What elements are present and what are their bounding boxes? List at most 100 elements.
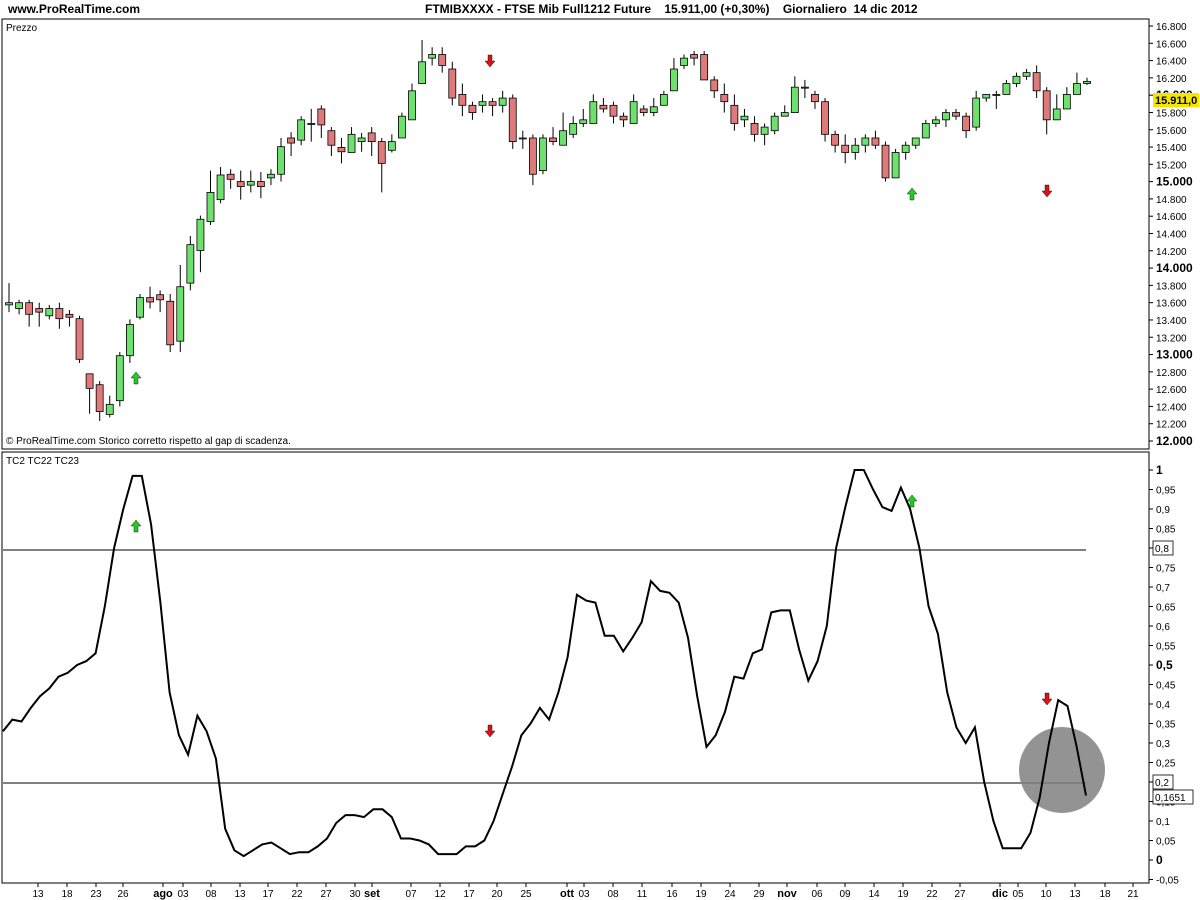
candle-body: [629, 101, 638, 124]
candle-body: [861, 137, 870, 146]
x-axis-label: 20: [491, 889, 503, 900]
candle-body: [982, 94, 991, 99]
x-axis-label: ago: [153, 888, 173, 900]
candle-body: [206, 191, 215, 222]
candle-body: [136, 297, 144, 318]
candle-body: [659, 94, 668, 106]
candle-body: [770, 115, 779, 132]
candle-body: [367, 132, 376, 143]
candle-body: [85, 373, 94, 389]
last-price-label: 15.911,0: [1155, 95, 1197, 107]
indicator-axis-label: 0,4: [1156, 700, 1170, 711]
price-axis-label: 16.400: [1156, 57, 1187, 68]
x-axis-label: 08: [205, 889, 217, 900]
price-axis-label: 13.600: [1156, 299, 1187, 310]
indicator-axis-label: 0,95: [1156, 486, 1176, 497]
candle-body: [609, 104, 618, 117]
candle-body: [166, 300, 175, 346]
candle-body: [307, 123, 316, 125]
price-axis-label: 15.600: [1156, 126, 1187, 137]
indicator-axis-label: 0,1: [1156, 817, 1170, 828]
candle-body: [226, 173, 235, 180]
indicator-axis-label: 0,05: [1156, 837, 1176, 848]
x-axis-label: 13: [32, 889, 44, 900]
candle-body: [297, 119, 306, 141]
indicator-axis-label: 0,75: [1156, 564, 1176, 575]
level-label: 0,8: [1155, 544, 1169, 555]
candle-body: [871, 137, 880, 146]
candle-body: [1083, 80, 1091, 84]
candle-body: [468, 104, 477, 113]
x-axis: 13 18 23 26 ago 03 08 13 17 22 27 30 set 07 12 17 20 25 ot…: [2, 882, 1149, 900]
indicator-axis-label: 0,45: [1156, 681, 1176, 692]
price-axis-label: 16.800: [1156, 22, 1187, 33]
candle-body: [317, 108, 326, 126]
x-axis-label: 23: [90, 889, 102, 900]
candle-body: [156, 294, 165, 301]
candle-body: [750, 123, 759, 135]
price-axis-label: 12.000: [1156, 434, 1193, 448]
candle-body: [216, 174, 225, 201]
x-axis-label: 27: [954, 889, 966, 900]
candle-body: [730, 104, 739, 124]
x-axis-label: 03: [578, 889, 590, 900]
price-axis-label: 15.000: [1156, 175, 1193, 189]
price-axis: 16.80016.60016.40016.20016.00015.80015.6…: [1149, 22, 1193, 448]
candle-body: [1042, 90, 1051, 121]
candle-body: [921, 123, 930, 139]
x-axis-label: 22: [291, 889, 303, 900]
price-axis-label: 16.200: [1156, 74, 1187, 85]
indicator-axis-label: 0,9: [1156, 505, 1170, 516]
candle-body: [891, 152, 900, 179]
indicator-axis-label: -0,05: [1156, 876, 1179, 887]
candle-body: [1052, 108, 1061, 121]
price-axis-label: 14.800: [1156, 195, 1187, 206]
price-footnote: © ProRealTime.com Storico corretto rispe…: [6, 436, 291, 447]
candle-body: [1032, 72, 1041, 92]
price-axis-label: 12.400: [1156, 402, 1187, 413]
price-axis-label: 14.400: [1156, 230, 1187, 241]
candle-body: [811, 94, 819, 103]
candle-body: [236, 181, 245, 187]
candle-body: [277, 146, 285, 175]
x-axis-label: 17: [262, 889, 274, 900]
candle-body: [448, 68, 457, 99]
candle-body: [589, 101, 598, 124]
candle-body: [105, 403, 114, 415]
price-panel-frame: [1, 18, 1150, 450]
candle-body: [559, 130, 568, 146]
x-axis-label: 10: [1040, 889, 1052, 900]
candle-body: [176, 286, 185, 342]
candle-body: [1073, 83, 1081, 95]
candle-body: [95, 384, 104, 412]
candle-body: [498, 97, 507, 106]
x-axis-label: 11: [637, 889, 648, 900]
candle-body: [246, 181, 255, 186]
chart-canvas[interactable]: Prezzo © ProRealTime.com Storico corrett…: [0, 0, 1200, 900]
x-axis-label: 29: [753, 889, 765, 900]
indicator-axis-label: 0,5: [1156, 658, 1173, 672]
indicator-axis-label: 0,6: [1156, 622, 1170, 633]
x-axis-label: 14: [868, 889, 880, 900]
candle-body: [428, 54, 437, 59]
candle-body: [287, 137, 295, 144]
indicator-axis-label: 0,3: [1156, 739, 1170, 750]
candle-body: [25, 302, 34, 315]
x-axis-label: 03: [177, 889, 189, 900]
x-axis-label: nov: [777, 888, 797, 900]
candle-body: [972, 97, 981, 128]
candle-body: [398, 115, 406, 139]
candle-body: [408, 90, 416, 121]
candle-body: [518, 137, 527, 140]
candle-body: [942, 112, 950, 121]
price-axis-label: 12.600: [1156, 385, 1187, 396]
candle-body: [35, 308, 44, 313]
x-axis-label: 19: [897, 889, 909, 900]
x-axis-label: 26: [117, 889, 129, 900]
indicator-axis-label: 0,25: [1156, 759, 1176, 770]
highlight-circle: [1019, 727, 1105, 813]
indicator-axis-label: 0,65: [1156, 603, 1176, 614]
candle-body: [488, 101, 497, 106]
candle-body: [952, 112, 960, 117]
x-axis-label: 08: [607, 889, 619, 900]
